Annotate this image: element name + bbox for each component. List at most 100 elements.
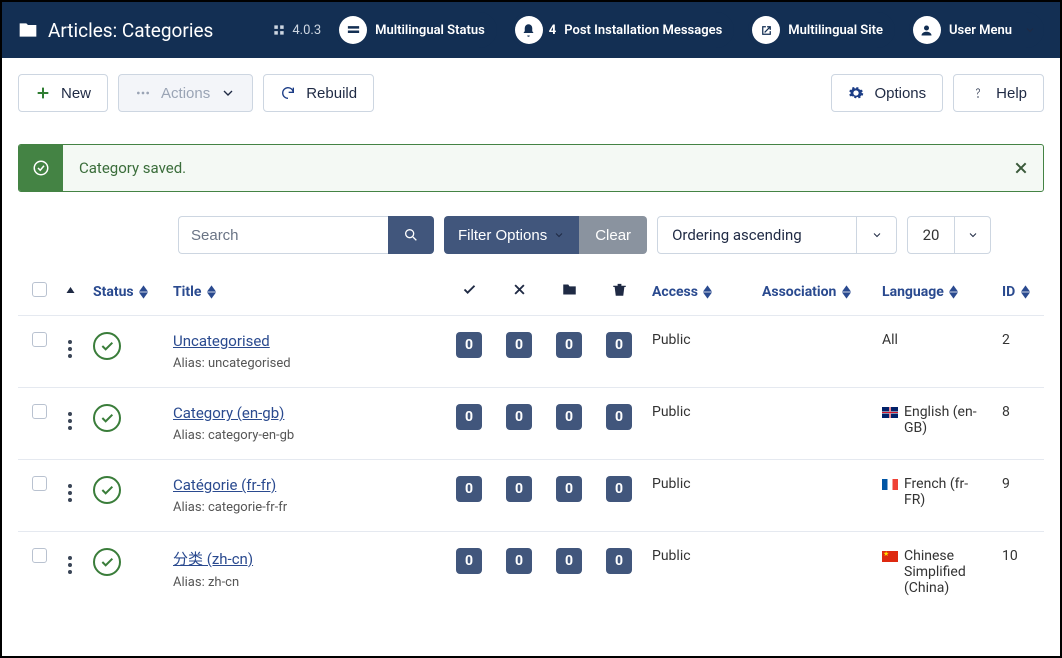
row-checkbox[interactable] bbox=[32, 548, 47, 563]
select-all-checkbox[interactable] bbox=[32, 282, 47, 297]
archived-count[interactable]: 0 bbox=[556, 548, 582, 574]
published-count[interactable]: 0 bbox=[456, 404, 482, 430]
category-alias: Alias: category-en-gb bbox=[173, 428, 436, 443]
search-button[interactable] bbox=[388, 216, 434, 254]
category-alias: Alias: categorie-fr-fr bbox=[173, 500, 436, 515]
limit-select[interactable]: 20 bbox=[907, 216, 955, 254]
version-label: 4.0.3 bbox=[272, 23, 321, 38]
language-icon bbox=[339, 16, 367, 44]
status-column[interactable]: Status bbox=[85, 272, 165, 316]
row-actions-button[interactable] bbox=[68, 556, 72, 574]
row-checkbox[interactable] bbox=[32, 404, 47, 419]
chevron-down-icon bbox=[1024, 24, 1036, 36]
archived-count[interactable]: 0 bbox=[556, 404, 582, 430]
clear-button[interactable]: Clear bbox=[579, 216, 647, 254]
published-count[interactable]: 0 bbox=[456, 332, 482, 358]
search-input[interactable] bbox=[178, 216, 388, 254]
published-count[interactable]: 0 bbox=[456, 548, 482, 574]
access-level: Public bbox=[644, 532, 754, 613]
options-button[interactable]: Options bbox=[831, 74, 943, 112]
row-id: 8 bbox=[994, 388, 1044, 460]
user-icon bbox=[913, 16, 941, 44]
trashed-count[interactable]: 0 bbox=[606, 476, 632, 502]
row-checkbox[interactable] bbox=[32, 332, 47, 347]
check-icon bbox=[99, 338, 115, 354]
trashed-count-column[interactable] bbox=[594, 272, 644, 316]
category-title-link[interactable]: Category (en-gb) bbox=[173, 404, 284, 422]
rebuild-button[interactable]: Rebuild bbox=[263, 74, 374, 112]
id-column[interactable]: ID bbox=[994, 272, 1044, 316]
published-count-column[interactable] bbox=[444, 272, 494, 316]
actions-button[interactable]: Actions bbox=[118, 74, 253, 112]
trash-icon bbox=[612, 282, 627, 297]
check-icon bbox=[99, 482, 115, 498]
archived-count[interactable]: 0 bbox=[556, 476, 582, 502]
help-button[interactable]: Help bbox=[953, 74, 1044, 112]
search-icon bbox=[403, 227, 419, 243]
new-button[interactable]: New bbox=[18, 74, 108, 112]
chevron-down-icon bbox=[871, 229, 883, 241]
unpublished-count-column[interactable] bbox=[494, 272, 544, 316]
table-row: Uncategorised Alias: uncategorised 0 0 0… bbox=[18, 316, 1044, 388]
language-cell: French (fr-FR) bbox=[882, 476, 986, 508]
filter-options-button[interactable]: Filter Options bbox=[444, 216, 579, 254]
flag-icon bbox=[882, 407, 898, 418]
joomla-icon bbox=[272, 23, 286, 37]
ordering-select[interactable]: Ordering ascending bbox=[657, 216, 857, 254]
refresh-icon bbox=[280, 85, 296, 101]
trashed-count[interactable]: 0 bbox=[606, 404, 632, 430]
row-id: 2 bbox=[994, 316, 1044, 388]
folder-icon bbox=[562, 282, 577, 297]
archived-count[interactable]: 0 bbox=[556, 332, 582, 358]
limit-dropdown[interactable] bbox=[955, 216, 991, 254]
publish-toggle[interactable] bbox=[93, 404, 121, 432]
flag-icon bbox=[882, 551, 898, 562]
flag-icon bbox=[882, 479, 898, 490]
ordering-column[interactable] bbox=[55, 272, 85, 316]
title-column[interactable]: Title bbox=[165, 272, 444, 316]
unpublished-count[interactable]: 0 bbox=[506, 476, 532, 502]
row-actions-button[interactable] bbox=[68, 484, 72, 502]
toolbar: New Actions Rebuild Options Help bbox=[2, 58, 1060, 128]
category-title-link[interactable]: Catégorie (fr-fr) bbox=[173, 476, 276, 494]
bell-icon bbox=[515, 16, 543, 44]
category-title-link[interactable]: 分类 (zh-cn) bbox=[173, 550, 253, 568]
alert-message: Category saved. bbox=[63, 145, 999, 191]
top-header: Articles: Categories 4.0.3 Multilingual … bbox=[2, 2, 1060, 58]
published-count[interactable]: 0 bbox=[456, 476, 482, 502]
gear-icon bbox=[848, 85, 864, 101]
trashed-count[interactable]: 0 bbox=[606, 548, 632, 574]
multilingual-status-button[interactable]: Multilingual Status bbox=[335, 12, 497, 48]
access-column[interactable]: Access bbox=[644, 272, 754, 316]
unpublished-count[interactable]: 0 bbox=[506, 332, 532, 358]
row-actions-button[interactable] bbox=[68, 340, 72, 358]
multilingual-site-button[interactable]: Multilingual Site bbox=[748, 12, 895, 48]
search-toolbar: Filter Options Clear Ordering ascending … bbox=[18, 216, 1044, 254]
trashed-count[interactable]: 0 bbox=[606, 332, 632, 358]
publish-toggle[interactable] bbox=[93, 332, 121, 360]
row-checkbox[interactable] bbox=[32, 476, 47, 491]
close-icon bbox=[1013, 160, 1029, 176]
category-alias: Alias: zh-cn bbox=[173, 575, 436, 590]
association-column[interactable]: Association bbox=[754, 272, 874, 316]
unpublished-count[interactable]: 0 bbox=[506, 548, 532, 574]
user-menu-button[interactable]: User Menu bbox=[909, 12, 1044, 48]
row-actions-button[interactable] bbox=[68, 412, 72, 430]
publish-toggle[interactable] bbox=[93, 476, 121, 504]
language-column[interactable]: Language bbox=[874, 272, 994, 316]
archived-count-column[interactable] bbox=[544, 272, 594, 316]
page-title: Articles: Categories bbox=[48, 19, 213, 42]
check-circle-icon bbox=[19, 145, 63, 191]
x-icon bbox=[512, 282, 527, 297]
association-cell bbox=[754, 388, 874, 460]
notifications-button[interactable]: 4 Post Installation Messages bbox=[511, 12, 735, 48]
ordering-dropdown[interactable] bbox=[857, 216, 897, 254]
publish-toggle[interactable] bbox=[93, 548, 121, 576]
association-cell bbox=[754, 460, 874, 532]
category-title-link[interactable]: Uncategorised bbox=[173, 332, 270, 350]
close-alert-button[interactable] bbox=[999, 145, 1043, 191]
table-row: 分类 (zh-cn) Alias: zh-cn 0 0 0 0 Public C… bbox=[18, 532, 1044, 613]
unpublished-count[interactable]: 0 bbox=[506, 404, 532, 430]
success-alert: Category saved. bbox=[18, 144, 1044, 192]
access-level: Public bbox=[644, 460, 754, 532]
